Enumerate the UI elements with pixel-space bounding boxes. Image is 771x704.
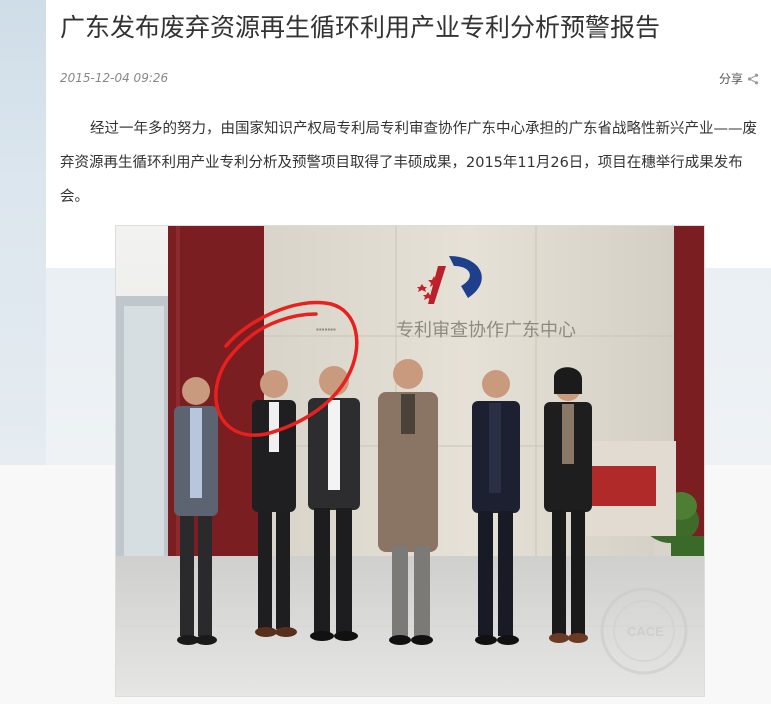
cace-watermark: CACE — [600, 587, 688, 675]
publish-time: 2015-12-04 09:26 — [60, 71, 169, 85]
share-icon — [747, 73, 759, 84]
share-label: 分享 — [718, 72, 743, 86]
event-photo: 专利审查协作广东中心 ▪▪▪▪▪▪▪ CACE — [115, 225, 705, 697]
wall-sign-text: 专利审查协作广东中心 — [396, 320, 576, 340]
share-button[interactable]: 分享 — [719, 70, 759, 87]
svg-text:▪▪▪▪▪▪▪: ▪▪▪▪▪▪▪ — [316, 325, 336, 334]
article-paragraph: 经过一年多的努力，由国家知识产权局专利局专利审查协作广东中心承担的广东省战略性新… — [60, 121, 757, 205]
page-background-left — [0, 0, 46, 465]
watermark-text: CACE — [627, 624, 664, 639]
article-title: 广东发布废弃资源再生循环利用产业专利分析预警报告 — [60, 13, 661, 42]
